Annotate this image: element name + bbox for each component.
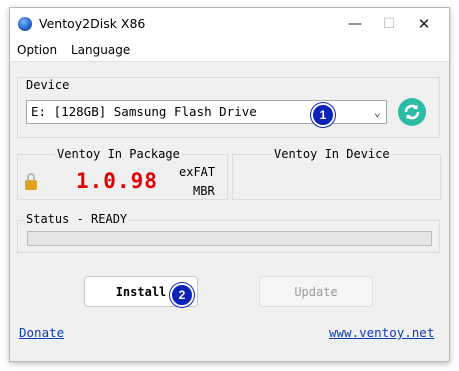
package-filesystem: exFAT — [179, 165, 216, 179]
website-link[interactable]: www.ventoy.net — [329, 325, 434, 340]
menu-bar: Option Language — [10, 40, 449, 62]
refresh-icon — [404, 104, 420, 120]
device-selected-value: E: [128GB] Samsung Flash Drive — [31, 104, 257, 119]
in-device-label: Ventoy In Device — [272, 147, 392, 161]
package-label: Ventoy In Package — [55, 147, 182, 161]
package-partition-style: MBR — [193, 184, 215, 198]
step-1-callout: 1 — [311, 103, 335, 127]
step-2-callout: 2 — [170, 283, 194, 307]
status-label: Status - READY — [24, 212, 130, 226]
maximize-button[interactable]: ☐ — [372, 8, 406, 40]
device-label: Device — [24, 78, 72, 92]
ventoy2disk-window: Ventoy2Disk X86 — ☐ ✕ Option Language De… — [9, 7, 450, 362]
window-title: Ventoy2Disk X86 — [39, 16, 146, 31]
menu-language[interactable]: Language — [71, 43, 130, 57]
refresh-button[interactable] — [398, 98, 426, 126]
progress-bar — [27, 231, 432, 246]
lock-icon — [25, 173, 37, 190]
close-button[interactable]: ✕ — [407, 8, 441, 40]
donate-link[interactable]: Donate — [19, 325, 64, 340]
install-label: Install — [115, 284, 167, 299]
chevron-down-icon[interactable]: ⌄ — [374, 105, 381, 119]
update-button[interactable]: Update — [259, 276, 373, 307]
package-version: 1.0.98 — [76, 169, 158, 193]
update-label: Update — [294, 284, 338, 299]
title-bar[interactable]: Ventoy2Disk X86 — ☐ ✕ — [10, 8, 449, 40]
menu-option[interactable]: Option — [17, 43, 57, 57]
ventoy-app-icon — [18, 17, 32, 31]
minimize-button[interactable]: — — [338, 8, 372, 40]
